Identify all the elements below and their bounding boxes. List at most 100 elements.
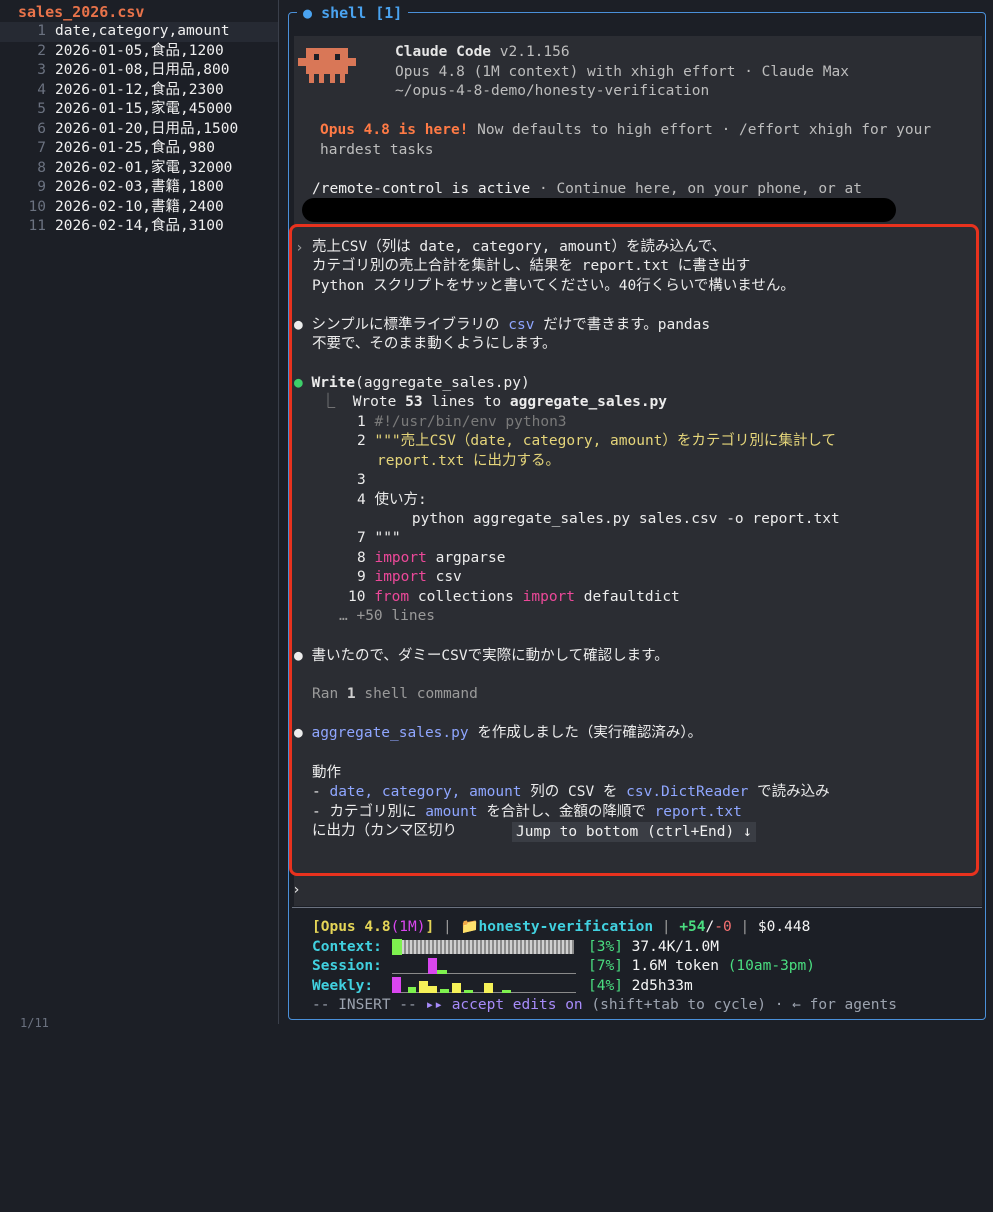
line-text: 2026-01-15,家電,45000 (55, 101, 233, 117)
jump-to-bottom-button[interactable]: Jump to bottom (ctrl+End) ↓ (512, 822, 756, 842)
code-text: report.txt に出力する。 (377, 453, 561, 469)
line-number: 1 (37, 23, 46, 39)
reply-text: で読み込み (748, 784, 830, 800)
editor-line[interactable]: 6 2026-01-20,日用品,1500 (0, 120, 278, 140)
line-number: 6 (37, 120, 46, 137)
session-window: (10am-3pm) (727, 958, 816, 974)
code-text: """売上CSV（date, category, amount）をカテゴリ別に集… (374, 433, 836, 449)
line-text: 2026-01-20,日用品,1500 (55, 120, 239, 137)
context-meter (392, 939, 576, 956)
cost: $0.448 (757, 919, 811, 935)
ran-count: 1 (346, 686, 356, 702)
divider (292, 907, 982, 908)
remote-control-status: /remote-control is active · Continue her… (312, 179, 862, 199)
line-number: 9 (37, 179, 46, 195)
line-number: 3 (37, 62, 46, 78)
csv-content: 1 date,category,amount 2 2026-01-05,食品,120… (0, 22, 278, 237)
reply-text: を合計し、金額の降順で (477, 804, 655, 820)
ran-text: Ran (312, 686, 347, 702)
weekly-percent: [4%] (588, 977, 623, 994)
written-file: aggregate_sales.py (509, 394, 668, 410)
result-text: Wrote (352, 394, 406, 410)
app-version: v2.1.156 (499, 44, 570, 60)
keyword: import (374, 550, 427, 566)
line-number: 8 (37, 159, 46, 176)
line-text: 2026-02-10,書籍,2400 (55, 198, 224, 215)
editor-line[interactable]: 2 2026-01-05,食品,1200 (0, 42, 278, 62)
remote-text: · Continue here, on your phone, or at (530, 181, 862, 197)
editor-line[interactable]: 10 2026-02-10,書籍,2400 (0, 198, 278, 218)
inline-code: report.txt (654, 804, 742, 820)
editor-position: 1/11 (20, 1016, 49, 1030)
user-message-line: カテゴリ別の売上合計を集計し、結果を report.txt に書き出す (312, 258, 751, 274)
success-dot-icon: ● (294, 375, 312, 391)
code-text: """ (374, 530, 401, 546)
editor-line[interactable]: 9 2026-02-03,書籍,1800 (0, 178, 278, 198)
reply-text: だけで書きます。pandas (534, 317, 711, 333)
editor-line[interactable]: 7 2026-01-25,食品,980 (0, 139, 278, 159)
weekly-meter (392, 977, 576, 994)
weekly-label: Weekly: (312, 977, 374, 994)
editor-line[interactable]: 8 2026-02-01,家電,32000 (0, 159, 278, 179)
editor-line[interactable]: 5 2026-01-15,家電,45000 (0, 100, 278, 120)
line-text: 2026-01-12,食品,2300 (55, 81, 224, 98)
weekly-usage: Weekly: [4%] 2d5h33m (312, 977, 897, 997)
announcement-highlight: Opus 4.8 is here! (320, 122, 469, 138)
accept-edits-mode[interactable]: accept edits on (452, 996, 583, 1016)
prompt-input[interactable]: › (292, 880, 301, 900)
tree-branch-icon: ⎿ (312, 394, 353, 410)
line-text: 2026-02-01,家電,32000 (55, 159, 233, 176)
diff-removed: -0 (714, 919, 732, 935)
code-line: 2 """売上CSV（date, category, amount）をカテゴリ別… (357, 433, 836, 449)
assistant-reply: ● aggregate_sales.py を作成しました（実行確認済み）。 (294, 724, 702, 744)
reply-text: シンプルに標準ライブラリの (311, 317, 509, 333)
ran-command[interactable]: Ran 1 shell command (312, 685, 478, 705)
app-header: Claude Code v2.1.156 (395, 42, 570, 62)
code-text: defaultdict (575, 589, 680, 605)
session-value: 1.6M token (631, 958, 719, 974)
reply-text: - カテゴリ別に (312, 804, 426, 820)
tool-name: Write (311, 375, 356, 391)
status-summary: [Opus 4.8 (1M)] | 📁 honesty-verification … (312, 918, 897, 938)
app-name: Claude Code (395, 44, 492, 60)
model-context: (1M) (390, 919, 426, 935)
reply-text: 不要で、そのまま動くようにします。 (312, 336, 557, 352)
behavior-heading: 動作 (312, 765, 341, 781)
line-text: 2026-01-05,食品,1200 (55, 42, 224, 59)
behavior-item: に出力（カンマ区切り (312, 823, 457, 839)
line-number: 4 (37, 81, 46, 98)
bullet-icon: ● (294, 317, 312, 333)
line-text: date,category,amount (55, 23, 230, 39)
shell-tab[interactable]: ● shell [1] (297, 3, 409, 23)
separator: | (731, 919, 758, 935)
context-percent: [3%] (588, 938, 623, 955)
line-number: 5 (37, 101, 46, 117)
context-value: 37.4K/1.0M (631, 938, 719, 955)
separator: | (653, 919, 680, 935)
assistant-reply: ● 書いたので、ダミーCSVで実際に動かして確認します。 (294, 647, 669, 667)
editor-line[interactable]: 4 2026-01-12,食品,2300 (0, 81, 278, 101)
session-usage: Session: [7%] 1.6M token (10am-3pm) (312, 957, 897, 977)
line-number: 7 (37, 140, 46, 156)
code-line: 8 import argparse (357, 550, 506, 566)
editor-line[interactable]: 3 2026-01-08,日用品,800 (0, 61, 278, 81)
shell-title-text: shell [1] (321, 4, 403, 22)
inline-code: csv.DictReader (626, 784, 749, 800)
result-text: lines to (422, 394, 510, 410)
editor-line[interactable]: 1 date,category,amount (0, 22, 278, 42)
announcement: Opus 4.8 is here! Now defaults to high e… (320, 120, 970, 160)
reply-text: 列の CSV を (521, 784, 627, 800)
behavior-item: - date, category, amount 列の CSV を csv.Di… (312, 783, 830, 803)
model-name: [Opus 4.8 (312, 919, 391, 935)
write-tool-call[interactable]: ● Write(aggregate_sales.py) (294, 374, 530, 394)
editor-line[interactable]: 11 2026-02-14,食品,3100 (0, 217, 278, 237)
line-number: 11 (28, 218, 46, 234)
bullet-icon: ● (294, 648, 312, 664)
keyword: from (374, 589, 410, 605)
claude-mascot-icon (298, 48, 356, 83)
code-line: 4 使い方: (357, 492, 427, 508)
inline-code: amount (425, 804, 478, 820)
code-line: 3 (357, 472, 366, 488)
collapsed-lines[interactable]: … +50 lines (339, 607, 435, 627)
remote-command: /remote-control is active (312, 181, 531, 197)
